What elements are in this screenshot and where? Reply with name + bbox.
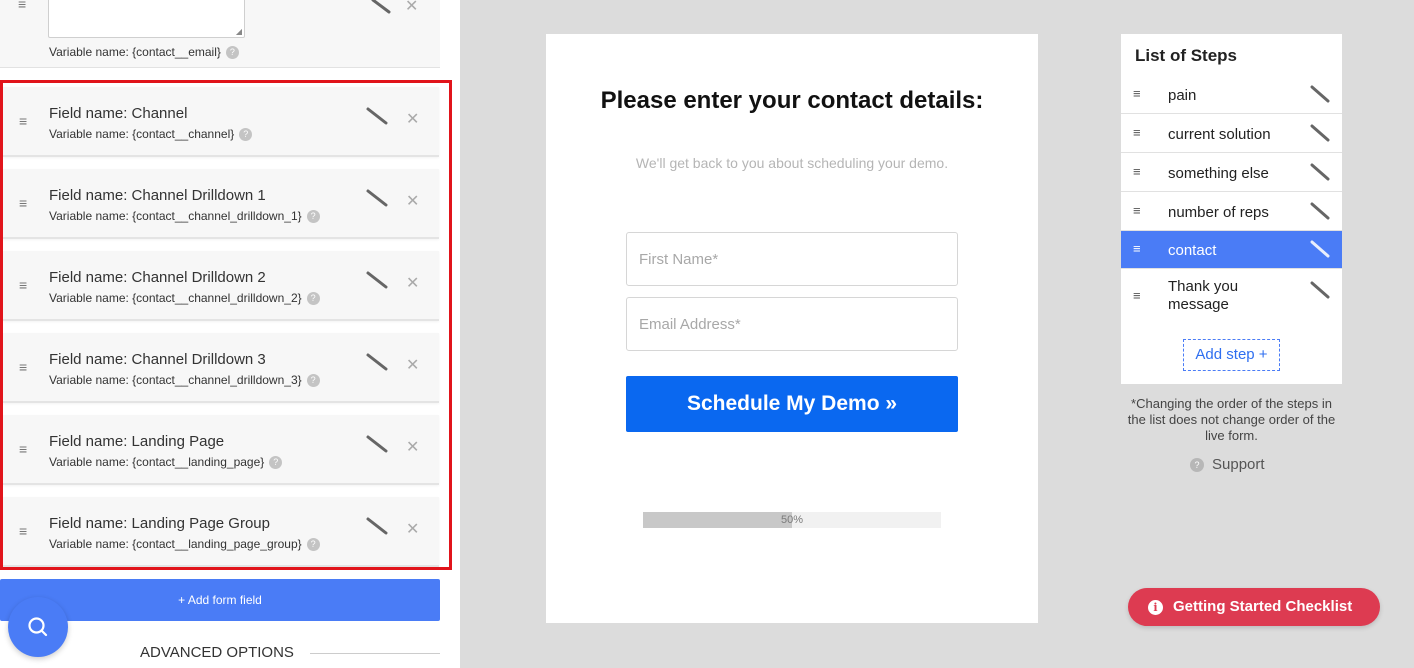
variable-name: Variable name: {contact__channel_drilldo…: [49, 291, 320, 306]
steps-heading: List of Steps: [1135, 46, 1238, 65]
drag-handle-icon[interactable]: ≡: [19, 441, 27, 457]
drag-handle-icon[interactable]: ≡: [1133, 125, 1141, 140]
close-icon[interactable]: ✕: [406, 191, 419, 211]
help-icon: ?: [1190, 458, 1204, 473]
edit-pencil-icon[interactable]: [1309, 85, 1331, 103]
close-icon[interactable]: ✕: [405, 0, 418, 16]
help-icon[interactable]: ?: [306, 292, 320, 306]
field-card-channel[interactable]: ≡ Field name: Channel Variable name: {co…: [3, 87, 439, 157]
step-item-contact[interactable]: ≡ contact: [1121, 231, 1342, 269]
progress-label: 50%: [780, 514, 804, 526]
drag-handle-icon[interactable]: ≡: [19, 195, 27, 211]
variable-name: Variable name: {contact__channel_drilldo…: [49, 209, 320, 224]
close-icon[interactable]: ✕: [406, 519, 419, 539]
field-name: Field name: Landing Page: [49, 433, 225, 450]
step-label: number of reps: [1168, 204, 1269, 221]
email-address-input[interactable]: [626, 297, 958, 351]
edit-pencil-icon[interactable]: [1309, 281, 1331, 299]
drag-handle-icon[interactable]: ≡: [19, 523, 27, 539]
help-icon[interactable]: ?: [225, 46, 239, 60]
drag-handle-icon[interactable]: ≡: [1133, 203, 1141, 218]
search-icon: [28, 617, 48, 637]
edit-pencil-icon[interactable]: [1309, 202, 1331, 220]
step-label: something else: [1168, 165, 1269, 182]
preview-subtitle: We'll get back to you about scheduling y…: [635, 155, 949, 171]
step-label: pain: [1168, 87, 1197, 104]
step-item-thank-you-message[interactable]: ≡ Thank you message: [1121, 270, 1342, 324]
advanced-options-label[interactable]: ADVANCED OPTIONS: [140, 644, 304, 661]
close-icon[interactable]: ✕: [406, 355, 419, 375]
variable-name: Variable name: {contact__channel}?: [49, 127, 253, 142]
step-item-something-else[interactable]: ≡ something else: [1121, 154, 1342, 192]
progress-bar: 50%: [643, 512, 941, 528]
field-name: Field name: Channel: [49, 105, 188, 122]
step-label: contact: [1168, 242, 1217, 259]
checklist-label: Getting Started Checklist: [1173, 598, 1353, 615]
schedule-demo-button[interactable]: Schedule My Demo »: [626, 376, 958, 432]
step-item-number-of-reps[interactable]: ≡ number of reps: [1121, 193, 1342, 231]
edit-pencil-icon[interactable]: [365, 189, 389, 207]
field-card-channel-drilldown-1[interactable]: ≡ Field name: Channel Drilldown 1 Variab…: [3, 169, 439, 239]
edit-pencil-icon[interactable]: [365, 107, 389, 125]
variable-name: Variable name: {contact__landing_page_gr…: [49, 537, 320, 552]
close-icon[interactable]: ✕: [406, 273, 419, 293]
field-name: Field name: Landing Page Group: [49, 515, 270, 532]
edit-pencil-icon[interactable]: [365, 435, 389, 453]
field-name: Field name: Channel Drilldown 2: [49, 269, 266, 286]
getting-started-checklist-button[interactable]: i Getting Started Checklist: [1128, 588, 1380, 626]
field-card-email: ≡ ◢ ✕ Variable name: {contact__email}?: [0, 0, 440, 68]
steps-panel: List of Steps ≡ pain ≡ current solution …: [1121, 34, 1342, 384]
edit-pencil-icon[interactable]: [365, 271, 389, 289]
drag-handle-icon[interactable]: ≡: [19, 359, 27, 375]
support-label[interactable]: Support: [1212, 456, 1265, 473]
drag-handle-icon[interactable]: ≡: [1133, 86, 1141, 101]
close-icon[interactable]: ✕: [406, 437, 419, 457]
close-icon[interactable]: ✕: [406, 109, 419, 129]
field-card-landing-page-group[interactable]: ≡ Field name: Landing Page Group Variabl…: [3, 497, 439, 567]
help-icon[interactable]: ?: [306, 374, 320, 388]
add-form-field-button[interactable]: + Add form field: [0, 579, 440, 621]
add-step-button[interactable]: Add step +: [1183, 339, 1280, 371]
edit-pencil-icon[interactable]: [365, 517, 389, 535]
edit-pencil-icon[interactable]: [370, 0, 392, 14]
help-icon[interactable]: ?: [269, 456, 283, 470]
drag-handle-icon[interactable]: ≡: [1133, 164, 1141, 179]
edit-pencil-icon[interactable]: [365, 353, 389, 371]
drag-handle-icon[interactable]: ≡: [18, 0, 26, 12]
form-fields-panel: ≡ ◢ ✕ Variable name: {contact__email}? ≡…: [0, 0, 460, 668]
step-item-pain[interactable]: ≡ pain: [1121, 76, 1342, 114]
help-icon[interactable]: ?: [306, 210, 320, 224]
variable-name: Variable name: {contact__channel_drilldo…: [49, 373, 320, 388]
form-preview: Please enter your contact details: We'll…: [546, 34, 1038, 623]
drag-handle-icon[interactable]: ≡: [19, 277, 27, 293]
drag-handle-icon[interactable]: ≡: [1133, 241, 1141, 256]
field-card-landing-page[interactable]: ≡ Field name: Landing Page Variable name…: [3, 415, 439, 485]
field-name: Field name: Channel Drilldown 3: [49, 351, 266, 368]
first-name-input[interactable]: [626, 232, 958, 286]
step-item-current-solution[interactable]: ≡ current solution: [1121, 115, 1342, 153]
drag-handle-icon[interactable]: ≡: [1133, 288, 1141, 303]
help-icon[interactable]: ?: [306, 538, 320, 552]
edit-pencil-icon[interactable]: [1309, 240, 1331, 258]
support-link[interactable]: ? Support: [1190, 456, 1265, 473]
field-name: Field name: Channel Drilldown 1: [49, 187, 266, 204]
step-label: current solution: [1168, 126, 1271, 143]
search-fab-button[interactable]: [8, 597, 68, 657]
step-label: Thank you message: [1168, 278, 1239, 313]
email-textarea-preview[interactable]: ◢: [48, 0, 245, 38]
edit-pencil-icon[interactable]: [1309, 163, 1331, 181]
edit-pencil-icon[interactable]: [1309, 124, 1331, 142]
field-card-channel-drilldown-3[interactable]: ≡ Field name: Channel Drilldown 3 Variab…: [3, 333, 439, 403]
divider: [310, 653, 440, 654]
resize-handle-icon[interactable]: ◢: [236, 27, 242, 36]
variable-name: Variable name: {contact__landing_page}?: [49, 455, 283, 470]
variable-name: Variable name: {contact__email}?: [49, 45, 239, 60]
field-card-channel-drilldown-2[interactable]: ≡ Field name: Channel Drilldown 2 Variab…: [3, 251, 439, 321]
steps-order-note: *Changing the order of the steps in the …: [1127, 396, 1336, 443]
preview-title: Please enter your contact details:: [600, 87, 984, 114]
info-icon: i: [1148, 599, 1163, 615]
advanced-options-header[interactable]: ADVANCED OPTIONS: [0, 644, 440, 664]
drag-handle-icon[interactable]: ≡: [19, 113, 27, 129]
help-icon[interactable]: ?: [239, 128, 253, 142]
